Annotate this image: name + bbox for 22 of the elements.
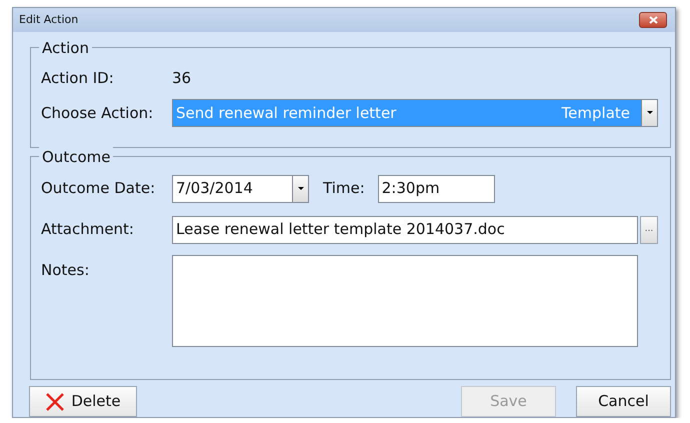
dialog-button[interactable]: Delete (29, 386, 137, 417)
caret-icon (646, 111, 652, 114)
close-button[interactable] (639, 12, 667, 28)
date-field[interactable]: 7/03/2014 (172, 174, 293, 203)
delete-icon (45, 392, 66, 412)
time-field[interactable]: 2:30pm (378, 174, 495, 203)
close-icon (648, 16, 658, 24)
caret-icon (298, 187, 304, 190)
attachment-field[interactable]: Lease renewal letter template 2014037.doc (172, 216, 638, 244)
notes-field[interactable] (172, 254, 638, 347)
field-label: Outcome Date: (41, 178, 156, 200)
action-id-value: 36 (172, 68, 192, 89)
dropdown-button[interactable] (293, 174, 309, 203)
dialog-button[interactable]: Cancel (576, 386, 671, 417)
window-title: Edit Action (19, 12, 78, 28)
field-label: Time: (323, 178, 365, 200)
field-label: Attachment: (41, 219, 135, 240)
field-label: Choose Action: (41, 102, 154, 124)
browse-button[interactable]: ... (640, 216, 658, 244)
dropdown-button[interactable] (642, 98, 658, 127)
field-label: Action ID: (41, 68, 115, 89)
field-label: Notes: (41, 260, 90, 281)
